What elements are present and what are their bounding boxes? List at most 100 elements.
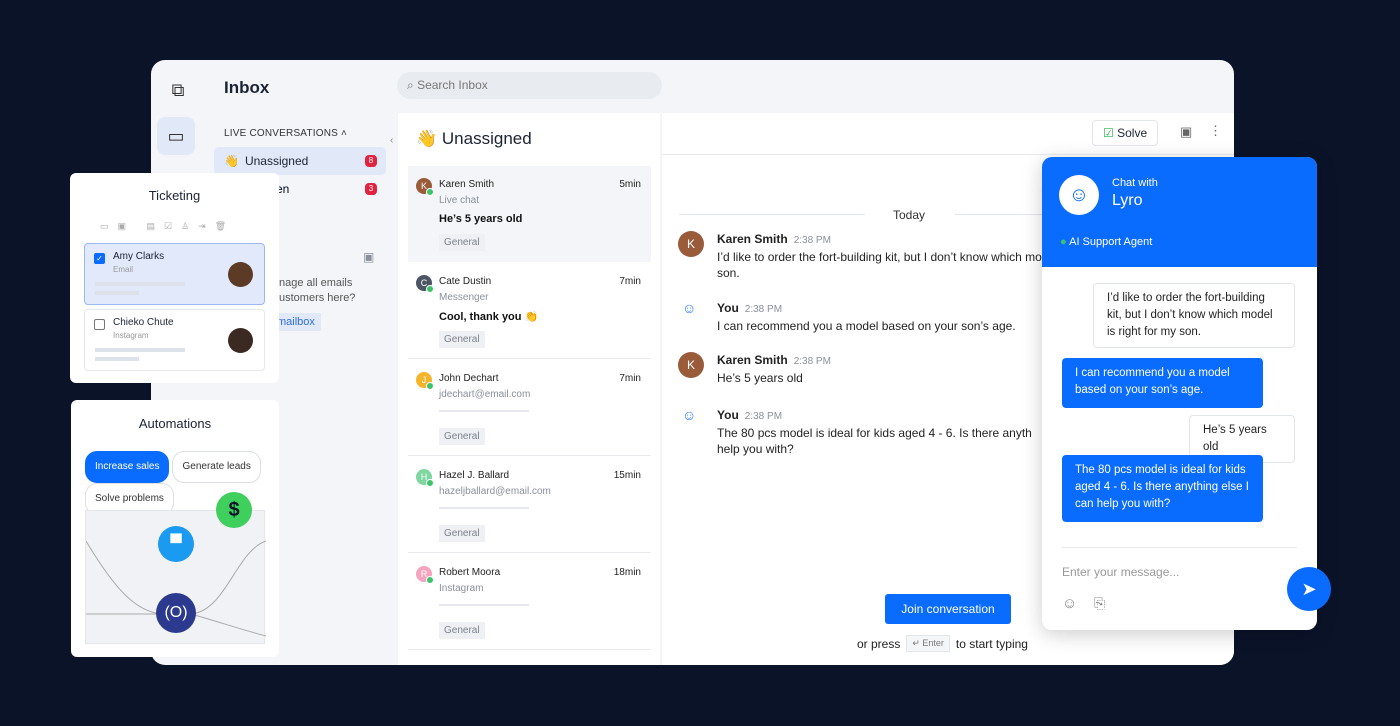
tag: General	[439, 234, 485, 251]
bot-icon: ☺	[682, 407, 697, 423]
placeholder-line	[95, 348, 185, 352]
checkbox[interactable]: ✓	[94, 253, 105, 264]
chat-bubble-icon: ▀	[158, 526, 194, 562]
tag: General	[439, 331, 485, 348]
join-conversation-button[interactable]: Join conversation	[885, 594, 1011, 624]
chat-message: Karen Smith 2:38 PM He’s 5 years old	[717, 352, 1047, 386]
author: You	[717, 408, 739, 422]
bot-message: I can recommend you a model based on you…	[1062, 358, 1263, 408]
timestamp: 2:38 PM	[793, 356, 831, 367]
message-text: I can recommend you a model based on you…	[717, 319, 1016, 333]
channel: jdechart@email.com	[439, 389, 531, 400]
emoji-icon[interactable]: ☺	[1062, 595, 1077, 612]
avatar: C	[416, 275, 434, 293]
author: Karen Smith	[717, 353, 788, 367]
user-message: I’d like to order the fort-building kit,…	[1093, 283, 1295, 348]
channel: Messenger	[439, 292, 489, 303]
card-title: Automations	[138, 416, 212, 431]
message-text: He’s 5 years old	[717, 371, 803, 385]
dollar-icon: $	[216, 492, 252, 528]
timestamp: 2:38 PM	[793, 235, 831, 246]
channel: Live chat	[439, 195, 480, 206]
avatar	[228, 262, 253, 287]
contact-name: Hazel J. Ballard	[439, 470, 510, 481]
avatar: K	[678, 352, 704, 378]
enter-hint: or press ↵ Enter to start typing	[857, 635, 1028, 652]
automation-pill[interactable]: Generate leads	[172, 451, 261, 483]
inbox-icon[interactable]: ▭	[157, 117, 195, 155]
email-prompt-line: ustomers here?	[279, 292, 356, 304]
enter-key: ↵ Enter	[906, 635, 950, 652]
conversation-list: 👋 Unassigned K Karen Smith 5min Live cha…	[398, 113, 660, 665]
wave-icon: 👋	[224, 154, 239, 168]
conversation-item[interactable]: J John Dechart 7min jdechart@email.com G…	[408, 360, 651, 456]
avatar: R	[416, 566, 434, 584]
count-badge: 3	[365, 183, 377, 195]
section-live-conversations[interactable]: LIVE CONVERSATIONS ˄	[224, 128, 347, 139]
tag: General	[439, 622, 485, 639]
ticket-item[interactable]: Chieko Chute Instagram	[84, 309, 265, 371]
apps-icon[interactable]: ⧉	[159, 71, 197, 109]
avatar: H	[416, 469, 434, 487]
chat-with-label: Chat with	[1112, 177, 1158, 189]
timestamp: 2:38 PM	[744, 304, 783, 315]
collapse-icon[interactable]: ‹	[390, 135, 393, 146]
bot-icon: ☺	[682, 300, 697, 316]
attachment-icon[interactable]: ⎘	[1094, 595, 1105, 612]
placeholder-line	[439, 604, 529, 606]
time: 7min	[619, 276, 641, 287]
ticketing-card: Ticketing ▭▣ ▤☑♙⇥🗑 ✓ Amy Clarks Email Ch…	[70, 173, 279, 383]
email-prompt-line: nage all emails	[279, 277, 353, 289]
tag: General	[439, 428, 485, 445]
ticket-item[interactable]: ✓ Amy Clarks Email	[84, 243, 265, 305]
conversation-item[interactable]: C Cate Dustin 7min Messenger Cool, thank…	[408, 263, 651, 359]
status-label: AI Support Agent	[1069, 236, 1153, 248]
ticket-name: Chieko Chute	[113, 317, 174, 328]
online-dot-icon: ●	[1060, 236, 1067, 248]
sidebar-item-unassigned[interactable]: 👋 Unassigned 8	[214, 147, 386, 175]
ticket-icon[interactable]: ▣	[363, 250, 374, 264]
checkbox[interactable]	[94, 319, 105, 330]
message-input[interactable]: Enter your message...	[1062, 565, 1179, 579]
contact-name: Cate Dustin	[439, 276, 492, 287]
sidebar-item-label: Unassigned	[244, 154, 309, 168]
contact-name: Robert Moora	[439, 567, 501, 578]
author: You	[717, 301, 739, 315]
avatar: K	[678, 231, 704, 257]
list-title-text: Unassigned	[441, 129, 532, 148]
send-button[interactable]: ➤	[1287, 567, 1331, 611]
channel: hazeljballard@email.com	[439, 486, 551, 497]
search-input[interactable]: ⌕ Search Inbox	[397, 72, 662, 99]
chat-message: You 2:38 PM The 80 pcs model is ideal for …	[717, 407, 1047, 457]
automations-card: Automations Increase sales Generate leads…	[71, 400, 279, 657]
placeholder-line	[95, 357, 139, 361]
avatar	[228, 328, 253, 353]
count-badge: 8	[365, 155, 377, 167]
section-label: LIVE CONVERSATIONS	[224, 128, 338, 139]
chat-message: You 2:38 PM I can recommend you a model ba…	[717, 300, 1047, 334]
avatar: K	[416, 178, 434, 196]
conversation-item[interactable]: H Hazel J. Ballard 15min hazeljballard@e…	[408, 457, 651, 553]
agent-status: ● AI Support Agent	[1060, 236, 1152, 248]
lyro-chat-widget: ☺ Chat with Lyro ● AI Support Agent I’d …	[1042, 157, 1317, 630]
hint-text: to start typing	[955, 636, 1028, 651]
placeholder-line	[95, 282, 185, 286]
time: 18min	[613, 567, 641, 578]
last-message: Cool, thank you 👏	[439, 311, 539, 323]
message-text: I’d like to order the fort-building kit,…	[717, 250, 1042, 280]
flow-canvas: ▀ (O)	[85, 510, 266, 644]
conversation-item[interactable]: R Robert Moora 18min Instagram General	[408, 554, 651, 650]
contact-name: Karen Smith	[439, 179, 495, 190]
automation-pill[interactable]: Increase sales	[85, 451, 170, 483]
placeholder-line	[439, 410, 529, 412]
tag: General	[439, 525, 485, 542]
time: 15min	[613, 470, 641, 481]
wave-icon: 👋	[416, 129, 438, 148]
header-wave	[1042, 253, 1317, 264]
lyro-node-icon: (O)	[156, 593, 196, 633]
last-message: He’s 5 years old	[439, 213, 523, 225]
ticket-toolbar-icons[interactable]: ▭▣ ▤☑♙⇥🗑	[100, 221, 235, 232]
conversation-item[interactable]: K Karen Smith 5min Live chat He’s 5 year…	[408, 166, 651, 262]
channel: Instagram	[439, 583, 484, 594]
ticket-channel: Email	[113, 265, 134, 274]
